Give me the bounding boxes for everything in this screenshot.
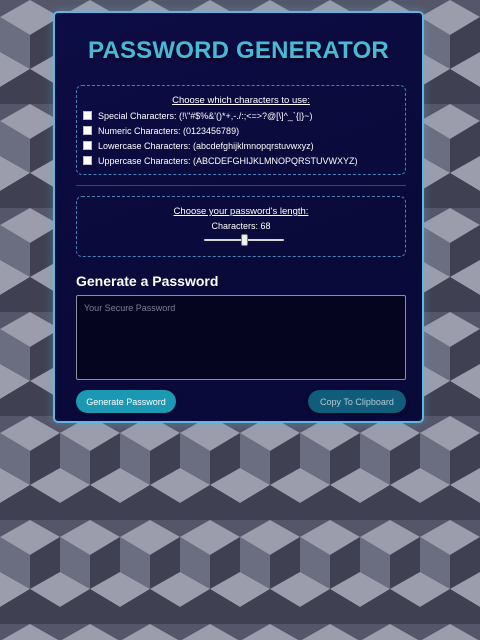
- length-value-label: Characters: 68: [211, 221, 271, 231]
- length-slider[interactable]: [204, 233, 284, 247]
- generator-card: PASSWORD GENERATOR Choose which characte…: [53, 11, 424, 423]
- lowercase-characters-option[interactable]: Lowercase Characters: (abcdefghijklmnopq…: [83, 139, 314, 152]
- uppercase-characters-checkbox[interactable]: [83, 156, 92, 165]
- section-divider: [76, 185, 406, 186]
- special-characters-label: Special Characters: (!\"#$%&'()*+,-./:;<…: [98, 110, 313, 121]
- page-title: PASSWORD GENERATOR: [88, 37, 389, 64]
- password-output[interactable]: [76, 295, 406, 380]
- length-slider-thumb[interactable]: [241, 234, 248, 246]
- uppercase-characters-option[interactable]: Uppercase Characters: (ABCDEFGHIJKLMNOPQ…: [83, 154, 358, 167]
- character-options-box: Choose which characters to use: Special …: [76, 85, 406, 175]
- special-characters-option[interactable]: Special Characters: (!\"#$%&'()*+,-./:;<…: [83, 109, 312, 122]
- generate-password-button[interactable]: Generate Password: [76, 390, 176, 413]
- numeric-characters-option[interactable]: Numeric Characters: (0123456789): [83, 124, 239, 137]
- lowercase-characters-label: Lowercase Characters: (abcdefghijklmnopq…: [98, 140, 314, 151]
- length-box: Choose your password's length: Character…: [76, 196, 406, 257]
- generate-heading: Generate a Password: [76, 273, 219, 289]
- copy-to-clipboard-button[interactable]: Copy To Clipboard: [308, 390, 406, 413]
- character-options-heading: Choose which characters to use:: [172, 95, 310, 106]
- length-heading: Choose your password's length:: [173, 206, 309, 217]
- numeric-characters-checkbox[interactable]: [83, 126, 92, 135]
- special-characters-checkbox[interactable]: [83, 111, 92, 120]
- uppercase-characters-label: Uppercase Characters: (ABCDEFGHIJKLMNOPQ…: [98, 155, 358, 166]
- lowercase-characters-checkbox[interactable]: [83, 141, 92, 150]
- numeric-characters-label: Numeric Characters: (0123456789): [98, 125, 240, 136]
